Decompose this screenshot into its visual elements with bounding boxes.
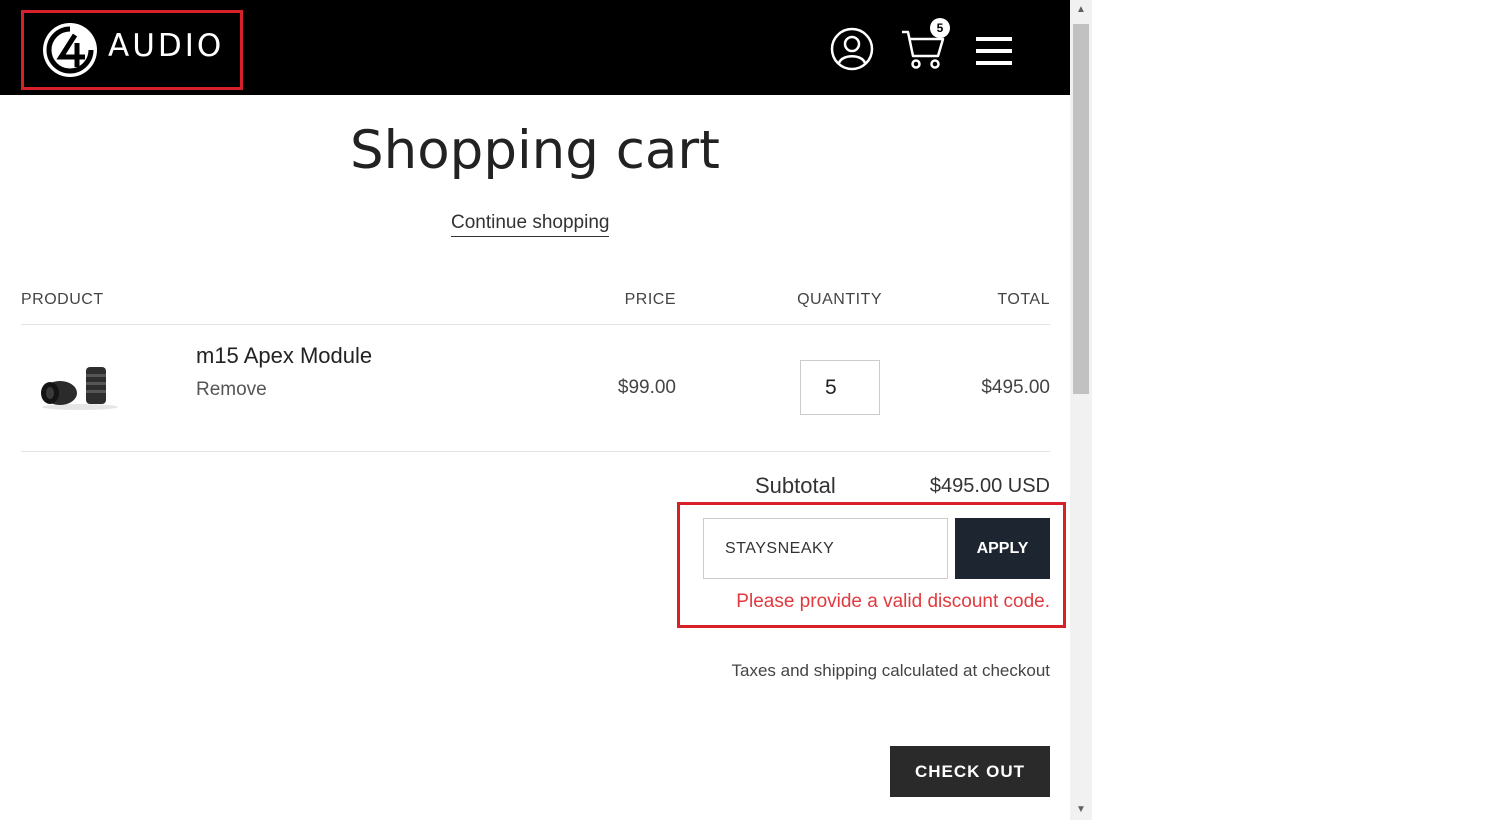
divider bbox=[21, 451, 1050, 452]
cart-page: AUDIO 5 Shopping cart Continue shopping … bbox=[0, 0, 1070, 820]
discount-code-input[interactable] bbox=[703, 518, 948, 579]
continue-shopping-link[interactable]: Continue shopping bbox=[451, 212, 610, 237]
column-header-product: PRODUCT bbox=[21, 291, 104, 308]
item-total: $495.00 bbox=[981, 377, 1050, 398]
column-header-quantity: QUANTITY bbox=[797, 291, 882, 308]
apply-discount-button[interactable]: APPLY bbox=[955, 518, 1050, 579]
taxes-note: Taxes and shipping calculated at checkou… bbox=[731, 661, 1050, 680]
product-image[interactable] bbox=[36, 362, 124, 412]
brand-logo[interactable]: AUDIO bbox=[21, 10, 243, 90]
scroll-up-arrow-icon[interactable]: ▲ bbox=[1070, 0, 1092, 20]
product-name[interactable]: m15 Apex Module bbox=[196, 343, 372, 369]
page-title: Shopping cart bbox=[350, 120, 720, 181]
item-price: $99.00 bbox=[617, 377, 676, 398]
remove-item-link[interactable]: Remove bbox=[196, 379, 267, 401]
user-circle-icon[interactable] bbox=[830, 27, 874, 71]
divider bbox=[21, 324, 1050, 325]
column-header-total: TOTAL bbox=[997, 291, 1050, 308]
hamburger-menu-icon[interactable] bbox=[976, 35, 1012, 67]
cart-count-badge: 5 bbox=[930, 18, 950, 38]
scroll-down-arrow-icon[interactable]: ▼ bbox=[1070, 800, 1092, 820]
subtotal-label: Subtotal bbox=[755, 473, 836, 498]
brand-logo-icon bbox=[43, 23, 97, 77]
site-header: AUDIO 5 bbox=[0, 0, 1070, 95]
subtotal-value: $495.00 USD bbox=[929, 475, 1050, 497]
column-header-price: PRICE bbox=[624, 291, 676, 308]
discount-error-message: Please provide a valid discount code. bbox=[736, 591, 1050, 612]
quantity-input[interactable] bbox=[800, 360, 880, 415]
scroll-thumb[interactable] bbox=[1073, 24, 1089, 394]
checkout-button[interactable]: CHECK OUT bbox=[890, 746, 1050, 797]
vertical-scrollbar[interactable]: ▲ ▼ bbox=[1070, 0, 1092, 820]
brand-name: AUDIO bbox=[108, 28, 225, 64]
